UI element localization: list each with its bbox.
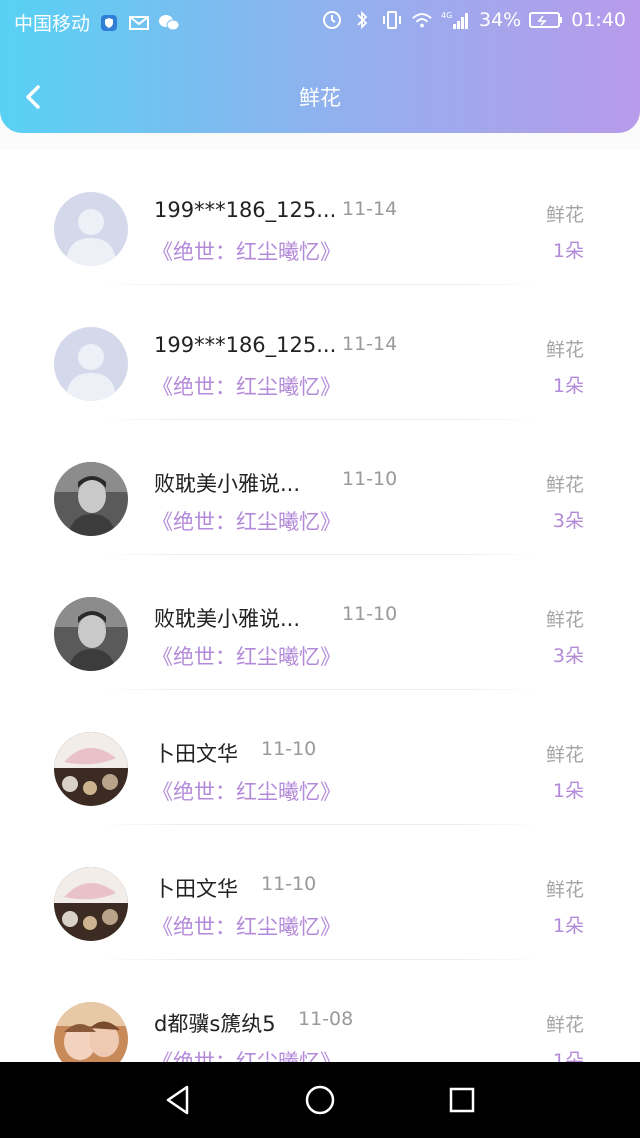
wechat-icon	[158, 13, 180, 33]
gift-quantity: 3朵	[552, 645, 584, 667]
status-bar: 中国移动 4G 34% 01:40	[0, 0, 640, 44]
carrier-label: 中国移动	[14, 13, 91, 35]
vibrate-icon	[381, 10, 403, 30]
avatar[interactable]	[54, 597, 128, 671]
list-item[interactable]: 199***186_125... 11-14 《绝世：红尘曦忆》 鲜花 1朵	[0, 150, 640, 285]
gift-quantity: 1朵	[552, 240, 584, 262]
battery-icon	[529, 10, 563, 30]
alarm-icon	[321, 10, 343, 30]
svg-text:4G: 4G	[441, 11, 452, 20]
gift-date: 11-14	[342, 333, 398, 355]
avatar[interactable]	[54, 867, 128, 941]
nav-recents-button[interactable]	[442, 1080, 482, 1120]
gift-type: 鲜花	[545, 609, 584, 631]
flower-list: 199***186_125... 11-14 《绝世：红尘曦忆》 鲜花 1朵 1…	[0, 150, 640, 1062]
gift-quantity: 3朵	[552, 510, 584, 532]
user-name: 199***186_125...	[154, 198, 337, 222]
nav-home-button[interactable]	[300, 1080, 340, 1120]
gift-quantity: 1朵	[552, 375, 584, 397]
gift-quantity: 1朵	[552, 780, 584, 802]
gift-date: 11-10	[261, 738, 317, 760]
signal-icon: 4G	[441, 10, 471, 30]
user-name: d都骥s篪纨5	[154, 1012, 276, 1036]
bluetooth-icon	[351, 10, 373, 30]
gift-quantity: 1朵	[552, 1050, 584, 1062]
user-name: 败耽美小雅说...	[154, 472, 301, 496]
shield-icon	[98, 13, 120, 33]
avatar[interactable]	[54, 732, 128, 806]
list-item[interactable]: 败耽美小雅说... 11-10 《绝世：红尘曦忆》 鲜花 3朵	[0, 420, 640, 555]
book-title[interactable]: 《绝世：红尘曦忆》	[152, 911, 341, 941]
avatar[interactable]	[54, 462, 128, 536]
avatar[interactable]	[54, 192, 128, 266]
gift-quantity: 1朵	[552, 915, 584, 937]
list-item[interactable]: 卜田文华 11-10 《绝世：红尘曦忆》 鲜花 1朵	[0, 690, 640, 825]
avatar[interactable]	[54, 327, 128, 401]
list-item[interactable]: 199***186_125... 11-14 《绝世：红尘曦忆》 鲜花 1朵	[0, 285, 640, 420]
triangle-back-icon	[166, 1085, 189, 1115]
book-title[interactable]: 《绝世：红尘曦忆》	[152, 1046, 341, 1062]
nav-back-button[interactable]	[158, 1080, 198, 1120]
book-title[interactable]: 《绝世：红尘曦忆》	[152, 776, 341, 806]
book-title[interactable]: 《绝世：红尘曦忆》	[152, 506, 341, 536]
gift-type: 鲜花	[545, 744, 584, 766]
user-name: 卜田文华	[154, 877, 238, 901]
user-name: 199***186_125...	[154, 333, 337, 357]
book-title[interactable]: 《绝世：红尘曦忆》	[152, 641, 341, 671]
user-name: 败耽美小雅说...	[154, 607, 301, 631]
gift-type: 鲜花	[545, 474, 584, 496]
square-recents-icon	[449, 1087, 475, 1113]
list-item[interactable]: 败耽美小雅说... 11-10 《绝世：红尘曦忆》 鲜花 3朵	[0, 555, 640, 690]
book-title[interactable]: 《绝世：红尘曦忆》	[152, 371, 341, 401]
battery-percent: 34%	[479, 9, 522, 31]
gift-type: 鲜花	[545, 204, 584, 226]
book-title[interactable]: 《绝世：红尘曦忆》	[152, 236, 341, 266]
wifi-icon	[411, 10, 433, 30]
gift-date: 11-10	[342, 603, 398, 625]
mail-icon	[128, 13, 150, 33]
clock: 01:40	[571, 9, 626, 31]
gift-type: 鲜花	[545, 879, 584, 901]
list-item[interactable]: d都骥s篪纨5 11-08 《绝世：红尘曦忆》 鲜花 1朵	[0, 960, 640, 1062]
gift-date: 11-10	[261, 873, 317, 895]
circle-home-icon	[305, 1085, 335, 1115]
header-bar: 中国移动 4G 34% 01:40 鲜花	[0, 0, 640, 133]
system-navigation-bar	[0, 1062, 640, 1138]
gift-type: 鲜花	[545, 339, 584, 361]
gift-date: 11-10	[342, 468, 398, 490]
list-item[interactable]: 卜田文华 11-10 《绝世：红尘曦忆》 鲜花 1朵	[0, 825, 640, 960]
gift-date: 11-14	[342, 198, 398, 220]
page-title: 鲜花	[299, 86, 341, 110]
user-name: 卜田文华	[154, 742, 238, 766]
gift-type: 鲜花	[545, 1014, 584, 1036]
avatar[interactable]	[54, 1002, 128, 1062]
gift-date: 11-08	[298, 1008, 354, 1030]
